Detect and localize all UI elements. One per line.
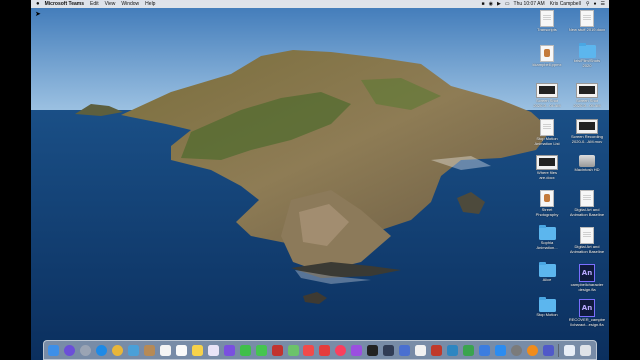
- pen-icon[interactable]: [415, 344, 427, 356]
- desktop-item-recover-fla[interactable]: An RECOVER_campbe llcharact...esign.fla: [565, 299, 609, 327]
- desktop-item-stop-motion[interactable]: Stop Motion: [525, 297, 569, 318]
- desktop-item-sophia-animation[interactable]: Sophia Animation...: [525, 225, 569, 250]
- photo-browser-icon[interactable]: [128, 344, 140, 356]
- maps-icon[interactable]: [287, 344, 299, 356]
- news-icon[interactable]: [303, 344, 315, 356]
- screenshot-icon: [536, 83, 558, 98]
- desktop-item-kkampbell[interactable]: kkampbell.ppmx: [525, 45, 569, 68]
- desktop-item-alice[interactable]: Alice: [525, 262, 569, 283]
- image-document-icon: [540, 190, 554, 207]
- desktop-item-new-stuff[interactable]: New stuff 2019.docx: [565, 10, 609, 33]
- sketchbook-icon[interactable]: [446, 344, 458, 356]
- mouse-pointer-icon: ➤: [35, 11, 41, 18]
- wifi-icon[interactable]: ◉: [489, 1, 493, 7]
- hard-drive-icon: [579, 155, 595, 167]
- screenshot-icon: [576, 119, 598, 134]
- music-icon[interactable]: [335, 344, 347, 356]
- search-icon[interactable]: ⚲: [586, 1, 590, 7]
- imovie-icon[interactable]: [223, 344, 235, 356]
- status-area: ■ ◉ ▶ ▭ Thu 10:07 AM Kris Campbell ⚲ ● ☰: [482, 1, 609, 7]
- trash-icon[interactable]: [580, 344, 592, 356]
- safari-icon[interactable]: [96, 344, 108, 356]
- teams-icon[interactable]: ■: [482, 1, 485, 7]
- desktop-item-stop-motion-list[interactable]: Stop Motion Animation List: [525, 119, 569, 146]
- document-icon: [580, 227, 594, 244]
- desktop-item-screenshot-2[interactable]: Screen Shot 2020-0...05 AM: [565, 83, 609, 108]
- document-icon: [580, 190, 594, 207]
- folder-icon: [538, 225, 556, 240]
- desktop-item-digital-art-1[interactable]: Digital Art and Animation Baseline: [565, 190, 609, 217]
- dock-separator: [558, 343, 560, 357]
- document-icon: [580, 10, 594, 27]
- calendar-icon[interactable]: [160, 344, 172, 356]
- menu-view[interactable]: View: [105, 1, 116, 7]
- control-center-icon[interactable]: ☰: [601, 1, 605, 7]
- davinci-icon[interactable]: [383, 344, 395, 356]
- chrome-icon[interactable]: [112, 344, 124, 356]
- do-not-enter-icon[interactable]: [319, 344, 331, 356]
- menu-help[interactable]: Help: [145, 1, 155, 7]
- desktop-item-where-files[interactable]: Where files are.docx: [525, 155, 569, 180]
- animate-file-icon: An: [579, 264, 595, 282]
- desktop-item-macintosh-hd[interactable]: Macintosh HD: [565, 155, 609, 173]
- contacts-icon[interactable]: [144, 344, 156, 356]
- vlc-icon[interactable]: [526, 344, 538, 356]
- teams-icon[interactable]: [542, 344, 554, 356]
- menu-user[interactable]: Kris Campbell: [550, 1, 581, 7]
- dock: [43, 340, 597, 360]
- desktop-item-street-photography[interactable]: Street Photography: [525, 190, 569, 217]
- facetime-icon[interactable]: [239, 344, 251, 356]
- menu-bar: ● Microsoft Teams Edit View Window Help …: [31, 0, 609, 8]
- desktop-item-screenshot-1[interactable]: Screen Shot 2020-0...04 AM: [525, 83, 569, 108]
- desktop-item-screen-recording[interactable]: Screen Recording 2020-0...AM.mov: [565, 119, 609, 144]
- wallpaper-catalina-island: [31, 0, 609, 360]
- battery-icon[interactable]: ▭: [505, 1, 510, 7]
- desktop-item-digital-art-2[interactable]: Digital Art and Animation Baseline: [565, 227, 609, 254]
- photo-booth-icon[interactable]: [271, 344, 283, 356]
- screenshot-icon: [536, 155, 558, 170]
- photo-editor-icon[interactable]: [430, 344, 442, 356]
- animate-file-icon: An: [579, 299, 595, 317]
- desktop-item-transcripts[interactable]: Transcripts: [525, 10, 569, 33]
- tv-icon[interactable]: [367, 344, 379, 356]
- folder-icon: [538, 297, 556, 312]
- messages-icon[interactable]: [255, 344, 267, 356]
- volume-icon[interactable]: ▶: [497, 1, 501, 7]
- desktop-item-film-shots[interactable]: kris/Film/Shots 2020: [565, 43, 609, 68]
- help-icon[interactable]: [399, 344, 411, 356]
- photos-icon[interactable]: [207, 344, 219, 356]
- finder-icon[interactable]: [48, 344, 60, 356]
- menu-edit[interactable]: Edit: [90, 1, 99, 7]
- reminders-icon[interactable]: [175, 344, 187, 356]
- launchpad-icon[interactable]: [80, 344, 92, 356]
- apple-menu-icon[interactable]: ●: [36, 1, 40, 7]
- notes-icon[interactable]: [191, 344, 203, 356]
- menu-clock[interactable]: Thu 10:07 AM: [514, 1, 545, 7]
- siri-icon[interactable]: [64, 344, 76, 356]
- keynote-icon[interactable]: [478, 344, 490, 356]
- folder-icon: [578, 43, 596, 58]
- downloads-icon[interactable]: [564, 344, 576, 356]
- screenshot-icon: [576, 83, 598, 98]
- image-document-icon: [540, 45, 554, 62]
- spreadsheet-icon[interactable]: [462, 344, 474, 356]
- system-preferences-icon[interactable]: [510, 344, 522, 356]
- desktop: ● Microsoft Teams Edit View Window Help …: [31, 0, 609, 360]
- siri-icon[interactable]: ●: [593, 1, 596, 7]
- document-icon: [540, 119, 554, 136]
- desktop-item-campbell-fla[interactable]: An campbellcharacter design.fla: [565, 264, 609, 292]
- menu-app-name[interactable]: Microsoft Teams: [45, 1, 84, 7]
- document-icon: [540, 10, 554, 27]
- folder-icon: [538, 262, 556, 277]
- podcasts-icon[interactable]: [351, 344, 363, 356]
- app-store-icon[interactable]: [494, 344, 506, 356]
- menu-window[interactable]: Window: [121, 1, 139, 7]
